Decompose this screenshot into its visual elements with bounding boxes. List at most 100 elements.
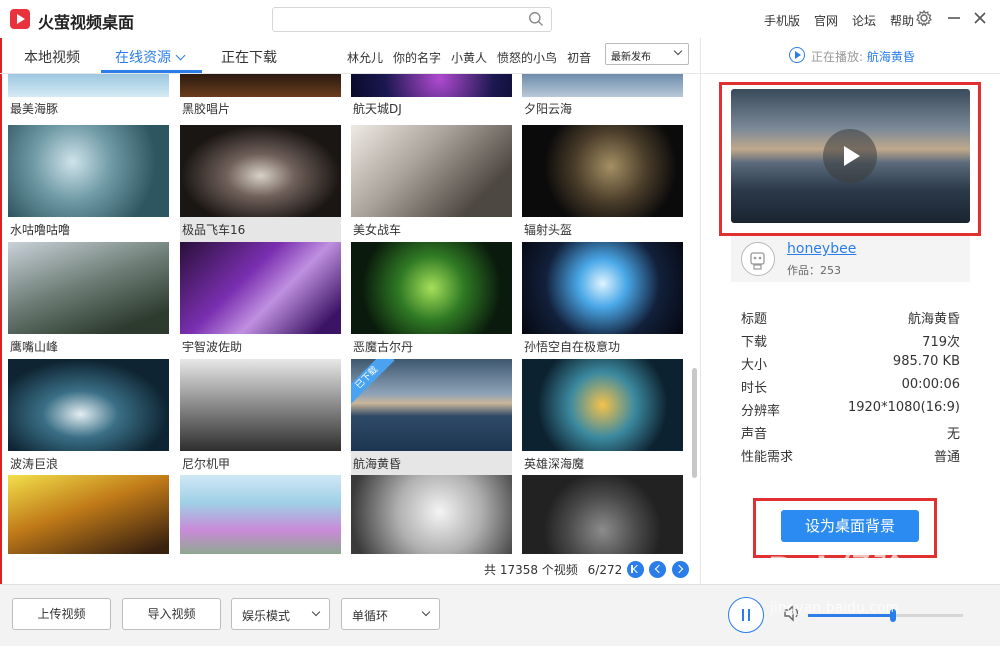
video-thumbnail[interactable] bbox=[351, 74, 512, 97]
video-thumbnail[interactable] bbox=[351, 475, 512, 554]
video-thumbnail[interactable] bbox=[8, 125, 169, 217]
info-key: 下载 bbox=[741, 335, 768, 350]
search-input[interactable] bbox=[272, 7, 552, 32]
info-row: 下载 719次 bbox=[741, 331, 960, 354]
tag-item[interactable]: 你的名字 bbox=[393, 49, 441, 66]
upload-video-button[interactable]: 上传视频 bbox=[12, 598, 111, 630]
baidu-watermark-url: jingyan.baidu.com bbox=[770, 600, 900, 616]
video-card[interactable]: 宇智波佐助 bbox=[180, 242, 341, 359]
sort-select[interactable]: 最新发布 bbox=[605, 43, 689, 65]
pause-button[interactable] bbox=[728, 597, 764, 633]
prev-page-button[interactable] bbox=[649, 561, 666, 578]
video-thumbnail[interactable] bbox=[8, 475, 169, 554]
video-thumbnail[interactable] bbox=[522, 242, 683, 334]
link-help[interactable]: 帮助 bbox=[890, 12, 914, 29]
link-forum[interactable]: 论坛 bbox=[852, 12, 876, 29]
video-card[interactable] bbox=[8, 475, 169, 554]
tag-item[interactable]: 小黄人 bbox=[451, 49, 487, 66]
scrollbar-thumb[interactable] bbox=[692, 368, 697, 478]
info-key: 标题 bbox=[741, 312, 768, 327]
loop-select[interactable]: 单循环 bbox=[341, 598, 440, 630]
robot-icon bbox=[750, 252, 765, 270]
tag-item[interactable]: 愤怒的小鸟 bbox=[497, 49, 557, 66]
video-thumbnail[interactable] bbox=[8, 359, 169, 451]
video-title: 航海黄昏 bbox=[353, 457, 402, 471]
video-thumbnail[interactable] bbox=[180, 242, 341, 334]
video-thumbnail[interactable] bbox=[351, 242, 512, 334]
chevron-down-icon bbox=[175, 50, 186, 61]
now-playing-prefix: 正在播放: bbox=[811, 50, 864, 64]
video-card[interactable]: 英雄深海魔 bbox=[522, 359, 683, 476]
search-icon[interactable] bbox=[528, 11, 545, 28]
video-card[interactable]: 鹰嘴山峰 bbox=[8, 242, 169, 359]
video-card[interactable]: 已下载 航海黄昏 bbox=[351, 359, 512, 476]
tab-online-resources[interactable]: 在线资源 bbox=[115, 47, 186, 67]
video-title: 航天城DJ bbox=[353, 102, 402, 116]
set-background-button[interactable]: 设为桌面背景 bbox=[781, 510, 919, 542]
tag-list: 林允儿 你的名字 小黄人 愤怒的小鸟 初音 bbox=[347, 49, 591, 66]
video-card[interactable]: 波涛巨浪 bbox=[8, 359, 169, 476]
chevron-down-icon bbox=[673, 46, 683, 56]
video-card[interactable]: 极品飞车16 bbox=[180, 125, 341, 242]
window-accent bbox=[0, 0, 2, 646]
tab-local-video[interactable]: 本地视频 bbox=[24, 47, 80, 67]
video-card[interactable] bbox=[351, 475, 512, 554]
video-thumbnail[interactable] bbox=[8, 74, 169, 97]
video-thumbnail[interactable] bbox=[180, 475, 341, 554]
tab-online-label: 在线资源 bbox=[115, 50, 171, 66]
video-thumbnail[interactable] bbox=[522, 475, 683, 554]
author-card: honeybee 作品：253 bbox=[731, 236, 970, 282]
video-thumbnail[interactable] bbox=[180, 359, 341, 451]
video-card[interactable]: 美女战车 bbox=[351, 125, 512, 242]
loop-selected: 单循环 bbox=[352, 609, 389, 623]
info-row: 分辨率 1920*1080(16:9) bbox=[741, 400, 960, 423]
info-value: 航海黄昏 bbox=[907, 312, 960, 327]
video-thumbnail[interactable] bbox=[522, 359, 683, 451]
grid-scrollbar[interactable] bbox=[690, 78, 698, 558]
author-name[interactable]: honeybee bbox=[787, 241, 856, 257]
video-card[interactable] bbox=[522, 475, 683, 554]
video-thumbnail[interactable] bbox=[8, 242, 169, 334]
video-title: 尼尔机甲 bbox=[182, 457, 231, 471]
gear-icon[interactable] bbox=[914, 8, 934, 28]
video-card[interactable]: 恶魔古尔丹 bbox=[351, 242, 512, 359]
next-page-button[interactable] bbox=[672, 561, 689, 578]
tag-item[interactable]: 初音 bbox=[567, 49, 591, 66]
video-title: 美女战车 bbox=[353, 223, 402, 237]
detail-panel: 正在播放: 航海黄昏 honeybee 作品：253 标题 航海黄昏 下载 719次… bbox=[700, 38, 1000, 584]
top-links: 手机版 官网 论坛 帮助 bbox=[764, 12, 914, 29]
video-card[interactable]: 辐射头盔 bbox=[522, 125, 683, 242]
minimize-icon[interactable] bbox=[944, 8, 964, 28]
video-thumbnail[interactable] bbox=[180, 74, 341, 97]
tag-item[interactable]: 林允儿 bbox=[347, 49, 383, 66]
video-thumbnail[interactable]: 已下载 bbox=[351, 359, 512, 451]
video-card[interactable]: 水咕噜咕噜 bbox=[8, 125, 169, 242]
info-key: 声音 bbox=[741, 427, 768, 442]
divider bbox=[701, 73, 1000, 74]
video-card[interactable]: 孙悟空自在极意功 bbox=[522, 242, 683, 359]
link-website[interactable]: 官网 bbox=[814, 12, 838, 29]
link-mobile[interactable]: 手机版 bbox=[764, 12, 800, 29]
tab-downloading[interactable]: 正在下载 bbox=[221, 47, 277, 67]
avatar-icon[interactable] bbox=[741, 242, 775, 276]
mode-select[interactable]: 娱乐模式 bbox=[231, 598, 330, 630]
info-key: 分辨率 bbox=[741, 404, 781, 419]
info-value: 719次 bbox=[922, 335, 960, 350]
video-thumbnail[interactable] bbox=[522, 125, 683, 217]
video-info-list: 标题 航海黄昏 下载 719次 大小 985.70 KB 时长 00:00:06 分辨率… bbox=[741, 308, 960, 469]
play-button[interactable] bbox=[823, 129, 877, 183]
play-icon bbox=[789, 47, 805, 63]
video-thumbnail[interactable] bbox=[351, 125, 512, 217]
total-count: 共 17358 个视频 bbox=[484, 563, 578, 577]
video-card[interactable] bbox=[180, 475, 341, 554]
sort-selected: 最新发布 bbox=[611, 52, 651, 63]
video-card[interactable]: 尼尔机甲 bbox=[180, 359, 341, 476]
now-playing-title[interactable]: 航海黄昏 bbox=[867, 50, 915, 64]
chevron-down-icon bbox=[421, 607, 431, 617]
import-video-button[interactable]: 导入视频 bbox=[122, 598, 221, 630]
video-thumbnail[interactable] bbox=[522, 74, 683, 97]
first-page-button[interactable] bbox=[627, 561, 644, 578]
video-thumbnail[interactable] bbox=[180, 125, 341, 217]
now-playing: 正在播放: 航海黄昏 bbox=[811, 48, 915, 65]
close-icon[interactable] bbox=[970, 8, 990, 28]
